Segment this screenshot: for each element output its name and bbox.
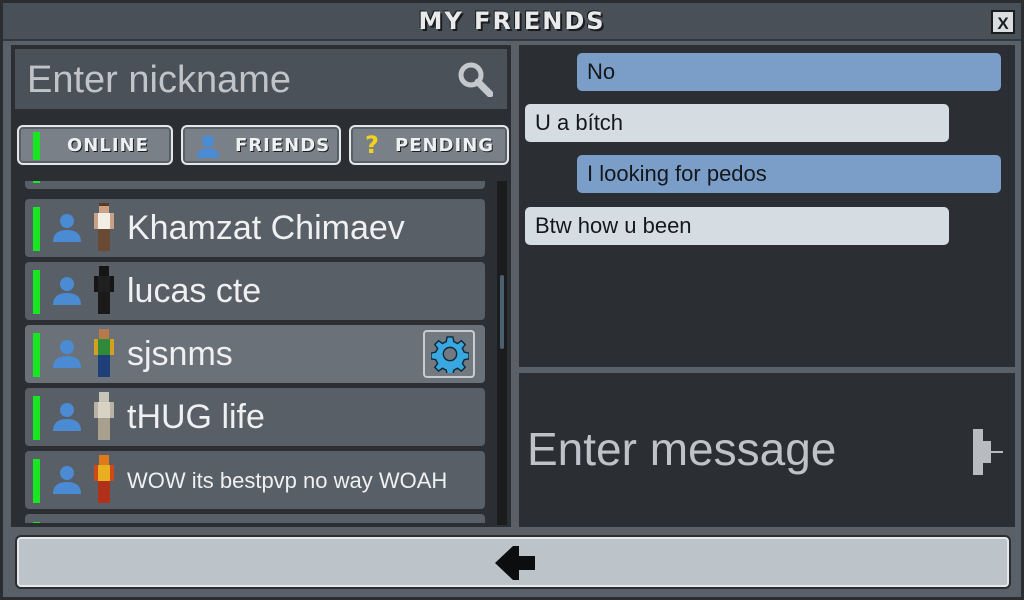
my-message-bubble: I looking for pedos [577, 155, 1001, 193]
search-bar [15, 49, 507, 109]
send-icon[interactable] [971, 427, 1005, 475]
friend-name: lucas cte [127, 272, 262, 310]
scrollbar-thumb[interactable] [500, 275, 504, 349]
avatar [94, 455, 114, 503]
message-input[interactable] [525, 413, 949, 485]
back-button[interactable] [15, 535, 1011, 589]
friends-list[interactable]: Khamzat Chimaev lucas cte sjsnms tHUG li… [15, 181, 497, 523]
friend-name: WOW its bestpvp no way WOAH [127, 468, 448, 493]
online-status-indicator [33, 207, 40, 251]
person-icon [53, 277, 81, 305]
list-item-partial-top[interactable] [25, 181, 485, 189]
tab-friends[interactable]: FRIENDS [181, 125, 341, 165]
friend-row-selected[interactable]: sjsnms [25, 325, 485, 383]
online-status-icon [33, 132, 40, 160]
tab-online-label: ONLINE [67, 135, 149, 156]
person-icon [197, 135, 219, 158]
avatar [94, 329, 114, 377]
gear-icon [431, 336, 469, 373]
tab-online[interactable]: ONLINE [17, 125, 173, 165]
nickname-search-input[interactable] [25, 55, 439, 105]
message-composer [519, 373, 1015, 527]
friend-row[interactable]: tHUG life [25, 388, 485, 446]
online-status-indicator [33, 396, 40, 440]
friend-name: sjsnms [127, 335, 233, 373]
friend-row[interactable]: Khamzat Chimaev [25, 199, 485, 257]
avatar [94, 266, 114, 314]
close-button[interactable]: X [991, 10, 1015, 34]
title-bar: MY FRIENDS X [3, 3, 1021, 41]
tab-pending-label: PENDING [395, 135, 495, 156]
friends-panel: ONLINE FRIENDS ? PENDING [11, 45, 511, 527]
tab-pending[interactable]: ? PENDING [349, 125, 509, 165]
avatar [94, 392, 114, 440]
friend-row[interactable]: WOW its bestpvp no way WOAH [25, 451, 485, 509]
my-message-bubble: No [577, 53, 1001, 91]
tab-friends-label: FRIENDS [235, 135, 331, 156]
friends-window: MY FRIENDS X ONLINE FRIENDS [0, 0, 1024, 600]
window-title: MY FRIENDS [418, 7, 606, 35]
friend-settings-button[interactable] [423, 330, 475, 378]
search-icon[interactable] [457, 61, 493, 97]
arrow-left-icon [495, 546, 535, 580]
list-item-partial-bottom[interactable] [25, 514, 485, 523]
online-status-indicator [33, 333, 40, 377]
friends-list-scrollbar[interactable] [497, 181, 507, 525]
friend-name: Khamzat Chimaev [127, 209, 405, 247]
question-mark-icon: ? [365, 131, 379, 159]
filter-tabs: ONLINE FRIENDS ? PENDING [15, 125, 509, 167]
friend-row[interactable]: lucas cte [25, 262, 485, 320]
person-icon [53, 466, 81, 494]
friend-name: tHUG life [127, 398, 265, 436]
chat-messages: No U a bítch I looking for pedos Btw how… [519, 45, 1015, 367]
online-status-indicator [33, 522, 40, 523]
person-icon [53, 340, 81, 368]
online-status-indicator [33, 181, 40, 183]
person-icon [53, 214, 81, 242]
avatar [94, 203, 114, 251]
online-status-indicator [33, 459, 40, 503]
friend-message-bubble: Btw how u been [525, 207, 949, 245]
friend-message-bubble: U a bítch [525, 104, 949, 142]
online-status-indicator [33, 270, 40, 314]
person-icon [53, 403, 81, 431]
